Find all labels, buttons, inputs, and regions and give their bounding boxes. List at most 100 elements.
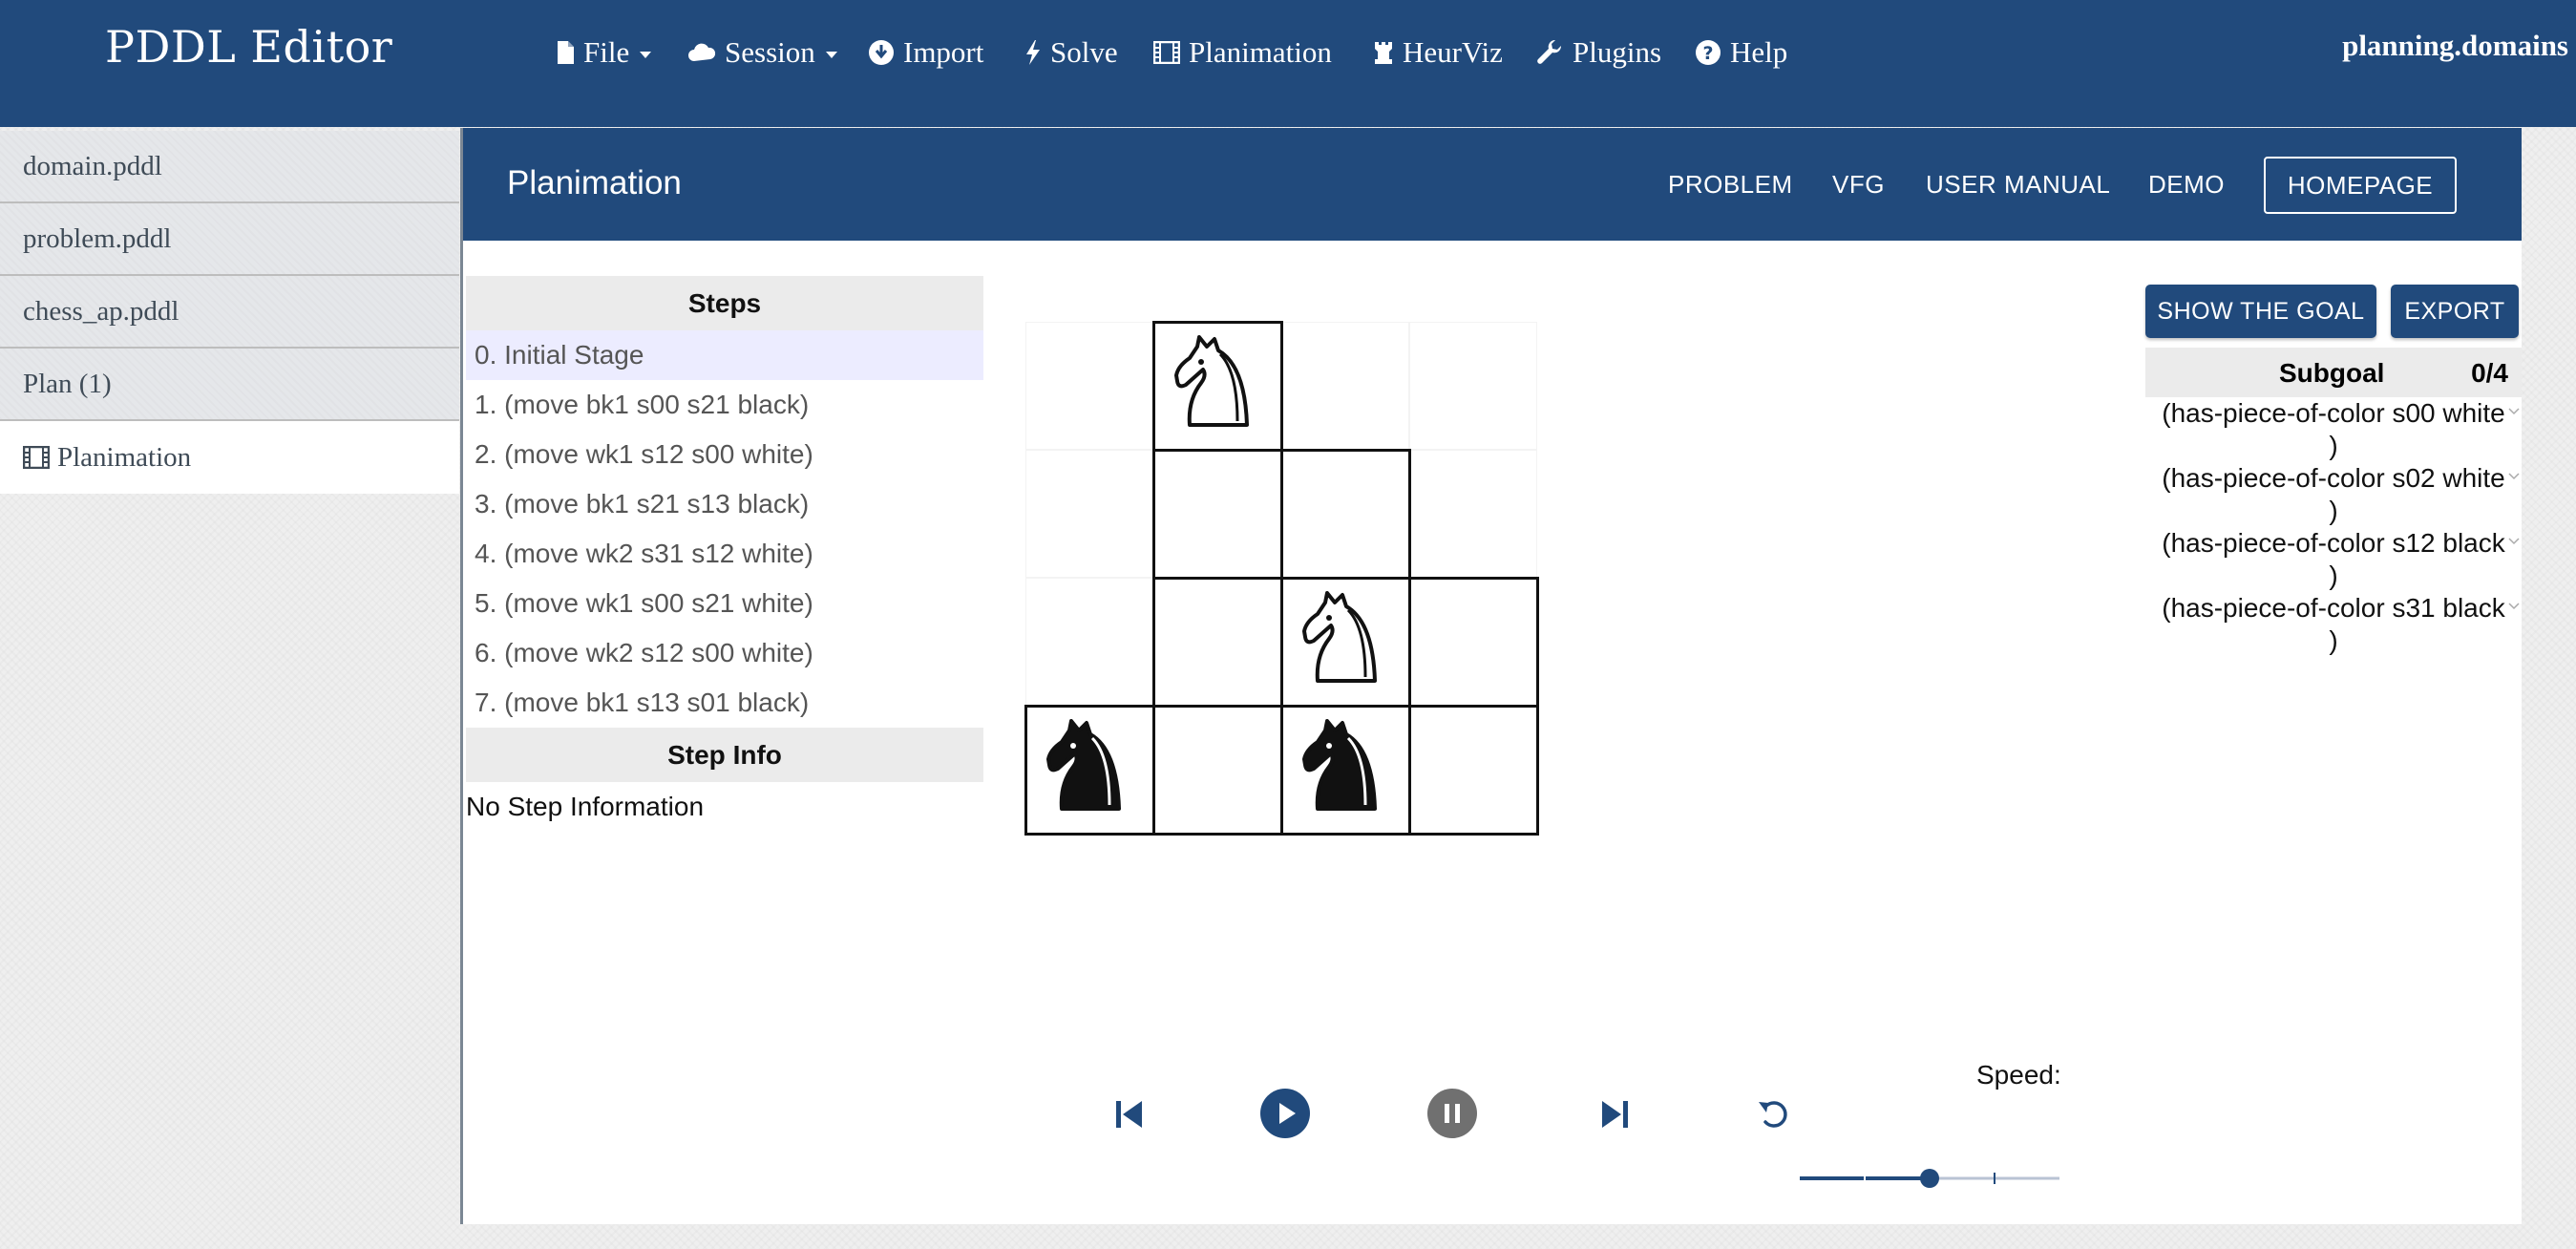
slider-thumb[interactable] [1920, 1169, 1939, 1188]
file-tab-chess-ap[interactable]: chess_ap.pddl [0, 276, 459, 349]
subgoal-item[interactable]: (has-piece-of-color s12 black ) [2145, 527, 2522, 592]
subgoal-text: (has-piece-of-color s00 white [2162, 398, 2505, 428]
board-square [1152, 705, 1283, 836]
board-square [1280, 449, 1411, 580]
export-button[interactable]: EXPORT [2391, 285, 2519, 338]
board-square [1152, 321, 1283, 452]
file-icon [558, 41, 574, 64]
file-tab-label: Plan (1) [23, 368, 112, 399]
board-empty-space [1025, 450, 1153, 578]
nav-planimation[interactable]: Planimation [1153, 29, 1332, 76]
nav-session-menu[interactable]: Session [687, 29, 837, 76]
file-tab-label: chess_ap.pddl [23, 295, 179, 327]
nav-heurviz-label: HeurViz [1403, 35, 1503, 69]
board-square [1152, 449, 1283, 580]
cloud-icon [688, 43, 716, 61]
subgoal-text-end: ) [2329, 625, 2338, 655]
steps-panel: Steps 0. Initial Stage 1. (move bk1 s00 … [466, 276, 983, 822]
subgoal-text: (has-piece-of-color s12 black [2162, 528, 2505, 558]
homepage-button[interactable]: HOMEPAGE [2264, 157, 2457, 214]
board-square [1408, 705, 1539, 836]
file-tab-plan[interactable]: Plan (1) [0, 349, 459, 421]
problem-link[interactable]: PROBLEM [1668, 170, 1793, 200]
skip-to-start-button[interactable] [1109, 1085, 1149, 1142]
subgoal-count: 0/4 [2471, 358, 2508, 388]
panel-title: Planimation [507, 164, 682, 201]
file-tab-problem[interactable]: problem.pddl [0, 203, 459, 276]
chess-board [1024, 321, 1541, 837]
question-circle-icon: ? [1696, 40, 1721, 65]
play-button[interactable] [1256, 1085, 1314, 1142]
bolt-icon [1026, 40, 1040, 65]
panel-header: Planimation PROBLEM VFG USER MANUAL DEMO… [463, 128, 2522, 241]
subgoal-text-end: ) [2329, 431, 2338, 460]
skip-to-end-button[interactable] [1595, 1085, 1636, 1142]
file-tab-list: domain.pddl problem.pddl chess_ap.pddl P… [0, 131, 459, 494]
file-tab-label: problem.pddl [23, 222, 172, 254]
film-icon [1153, 41, 1180, 64]
subgoal-text: (has-piece-of-color s02 white [2162, 463, 2505, 493]
nav-solve[interactable]: Solve [1024, 29, 1118, 76]
wrench-icon [1537, 39, 1562, 64]
board-empty-space [1281, 322, 1409, 450]
show-goal-button[interactable]: SHOW THE GOAL [2145, 285, 2376, 338]
step-info-header: Step Info [466, 728, 983, 782]
board-empty-space [1025, 322, 1153, 450]
subgoal-item[interactable]: (has-piece-of-color s31 black ) [2145, 592, 2522, 657]
step-item[interactable]: 5. (move wk1 s00 s21 white) [466, 579, 983, 628]
board-square [1280, 705, 1411, 836]
subgoal-text-end: ) [2329, 561, 2338, 590]
chevron-down-icon [2508, 408, 2520, 415]
step-item[interactable]: 4. (move wk2 s31 s12 white) [466, 529, 983, 579]
step-info-text: No Step Information [466, 792, 705, 821]
step-item[interactable]: 1. (move bk1 s00 s21 black) [466, 380, 983, 430]
nav-file-menu[interactable]: File [556, 29, 652, 76]
nav-help-label: Help [1730, 35, 1788, 69]
board-square [1152, 577, 1283, 708]
reset-icon[interactable] [1754, 1085, 1796, 1142]
svg-text:?: ? [1702, 43, 1713, 64]
nav-plugins-label: Plugins [1573, 35, 1662, 69]
nav-session-label: Session [725, 35, 815, 69]
file-tab-label: Planimation [57, 441, 192, 473]
board-square [1408, 577, 1539, 708]
nav-solve-label: Solve [1050, 35, 1118, 69]
speed-label: Speed: [1976, 1060, 2061, 1090]
nav-heurviz[interactable]: HeurViz [1373, 29, 1503, 76]
vfg-link[interactable]: VFG [1832, 170, 1885, 200]
nav-file-label: File [583, 35, 630, 69]
subgoal-panel: Subgoal 0/4 (has-piece-of-color s00 whit… [2145, 348, 2522, 657]
user-manual-link[interactable]: USER MANUAL [1926, 170, 2110, 200]
demo-link[interactable]: DEMO [2148, 170, 2225, 200]
nav-import[interactable]: Import [868, 29, 983, 76]
step-item[interactable]: 6. (move wk2 s12 s00 white) [466, 628, 983, 678]
nav-help[interactable]: ? Help [1695, 29, 1787, 76]
file-tab-planimation[interactable]: Planimation [0, 421, 459, 494]
speed-slider[interactable] [1800, 1169, 2059, 1188]
board-empty-space [1409, 322, 1537, 450]
caret-down-icon [640, 51, 652, 58]
subgoal-item[interactable]: (has-piece-of-color s00 white ) [2145, 397, 2522, 462]
subgoal-item[interactable]: (has-piece-of-color s02 white ) [2145, 462, 2522, 527]
board-square [1024, 705, 1155, 836]
nav-plugins[interactable]: Plugins [1537, 29, 1661, 76]
planning-domains-link[interactable]: planning.domains [2342, 29, 2568, 63]
file-tab-domain[interactable]: domain.pddl [0, 131, 459, 203]
rook-icon [1375, 42, 1392, 64]
step-item[interactable]: 2. (move wk1 s12 s00 white) [466, 430, 983, 479]
top-navbar: PDDL Editor File Session Import Solve Pl… [0, 0, 2576, 127]
subgoal-text: (has-piece-of-color s31 black [2162, 593, 2505, 623]
black-knight-icon [1046, 719, 1121, 811]
chevron-down-icon [2508, 538, 2520, 545]
brand-title[interactable]: PDDL Editor [105, 21, 392, 73]
nav-planimation-label: Planimation [1189, 35, 1332, 69]
chevron-down-icon [2508, 603, 2520, 610]
subgoal-header: Subgoal 0/4 [2145, 348, 2522, 397]
step-item[interactable]: 7. (move bk1 s13 s01 black) [466, 678, 983, 728]
board-empty-space [1409, 450, 1537, 578]
caret-down-icon [825, 51, 837, 58]
step-item[interactable]: 0. Initial Stage [466, 330, 983, 380]
step-item[interactable]: 3. (move bk1 s21 s13 black) [466, 479, 983, 529]
board-square [1280, 577, 1411, 708]
pause-button[interactable] [1424, 1085, 1481, 1142]
